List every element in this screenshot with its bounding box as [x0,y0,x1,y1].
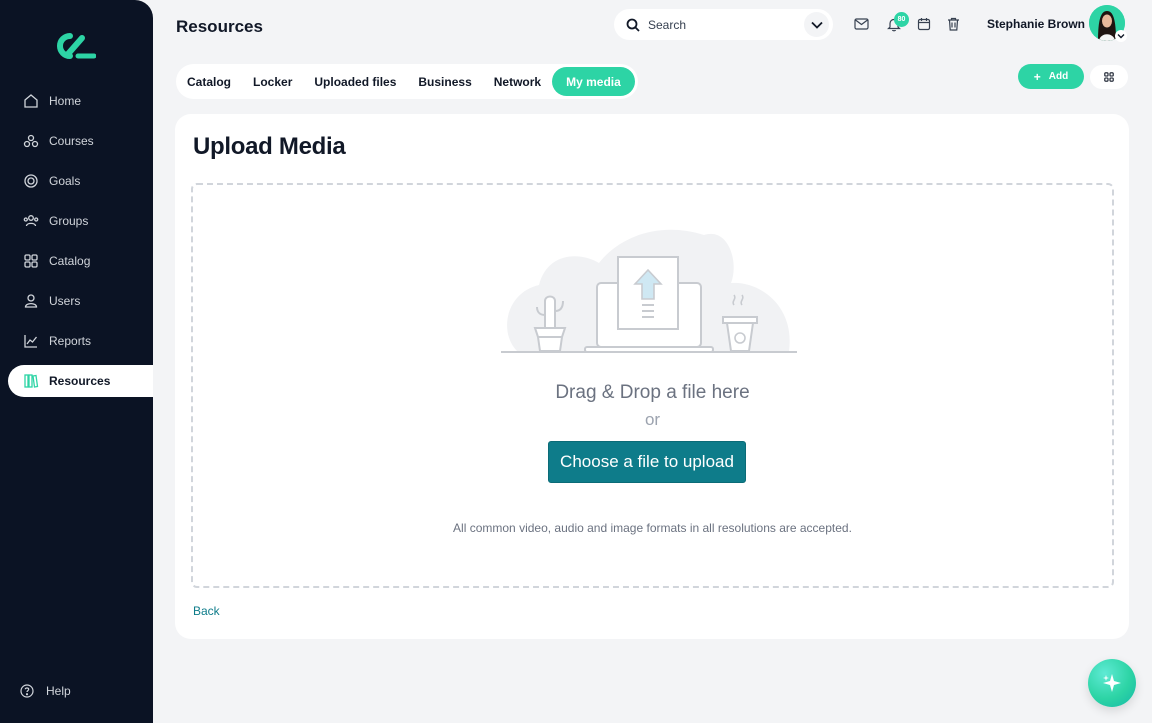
sidebar-item-label: Groups [49,214,89,228]
tab-locker[interactable]: Locker [242,67,303,96]
users-icon [22,292,40,310]
sidebar-item-label: Resources [49,374,111,388]
sidebar-item-courses[interactable]: Courses [8,125,153,157]
sparkle-icon [1101,672,1123,694]
search-bar[interactable] [614,9,833,40]
upload-title: Upload Media [193,133,346,160]
upload-illustration [501,229,797,353]
user-menu-chevron-down-icon[interactable] [1115,30,1127,42]
sidebar-item-catalog[interactable]: Catalog [8,245,153,277]
sidebar-nav: Home Courses Goals Groups Catalog Users … [8,85,153,405]
sidebar-item-home[interactable]: Home [8,85,153,117]
reports-icon [22,332,40,350]
sidebar-item-label: Goals [49,174,81,188]
sidebar-item-resources[interactable]: Resources [8,365,153,397]
trash-icon[interactable] [944,15,962,33]
grid-view-button[interactable] [1090,65,1128,89]
tab-catalog[interactable]: Catalog [176,67,242,96]
page-title: Resources [176,17,263,36]
sidebar-item-label: Home [49,94,82,108]
upload-media-card: Upload Media Drag & Drop a file here or … [175,114,1129,639]
add-button-label: Add [1048,71,1069,82]
ai-assistant-button[interactable] [1088,659,1136,707]
file-dropzone[interactable]: Drag & Drop a file here or Choose a file… [191,183,1114,588]
add-button[interactable]: + Add [1018,64,1084,89]
user-name[interactable]: Stephanie Brown [987,17,1085,31]
choose-file-button[interactable]: Choose a file to upload [548,441,746,483]
home-icon [22,92,40,110]
brand-logo-icon[interactable] [56,32,97,60]
search-input[interactable] [648,17,788,32]
sidebar-item-goals[interactable]: Goals [8,165,153,197]
plus-icon: + [1033,69,1041,84]
accepted-formats-note: All common video, audio and image format… [453,521,852,535]
sidebar: Home Courses Goals Groups Catalog Users … [0,0,153,723]
tab-my-media[interactable]: My media [552,67,635,96]
grid-icon [1104,72,1114,82]
resource-tabs: Catalog Locker Uploaded files Business N… [176,64,638,99]
search-icon [626,18,640,32]
or-text: or [644,410,661,429]
notification-badge: 80 [894,12,909,27]
sidebar-item-label: Catalog [49,254,91,268]
tab-network[interactable]: Network [483,67,552,96]
back-link[interactable]: Back [193,604,220,618]
sidebar-item-reports[interactable]: Reports [8,325,153,357]
sidebar-item-label: Users [49,294,81,308]
tab-business[interactable]: Business [407,67,482,96]
sidebar-item-label: Courses [49,134,94,148]
calendar-icon[interactable] [915,15,933,33]
courses-icon [22,132,40,150]
help-label: Help [46,684,71,698]
mail-icon[interactable] [852,15,870,33]
resources-icon [22,372,40,390]
groups-icon [22,212,40,230]
drag-drop-text: Drag & Drop a file here [555,382,750,403]
catalog-icon [22,252,40,270]
tab-uploaded-files[interactable]: Uploaded files [303,67,407,96]
help-link[interactable]: Help [20,684,71,698]
help-icon [20,684,34,698]
sidebar-item-label: Reports [49,334,92,348]
goals-icon [22,172,40,190]
sidebar-item-groups[interactable]: Groups [8,205,153,237]
sidebar-item-users[interactable]: Users [8,285,153,317]
search-dropdown-chevron-down-icon[interactable] [804,12,829,37]
